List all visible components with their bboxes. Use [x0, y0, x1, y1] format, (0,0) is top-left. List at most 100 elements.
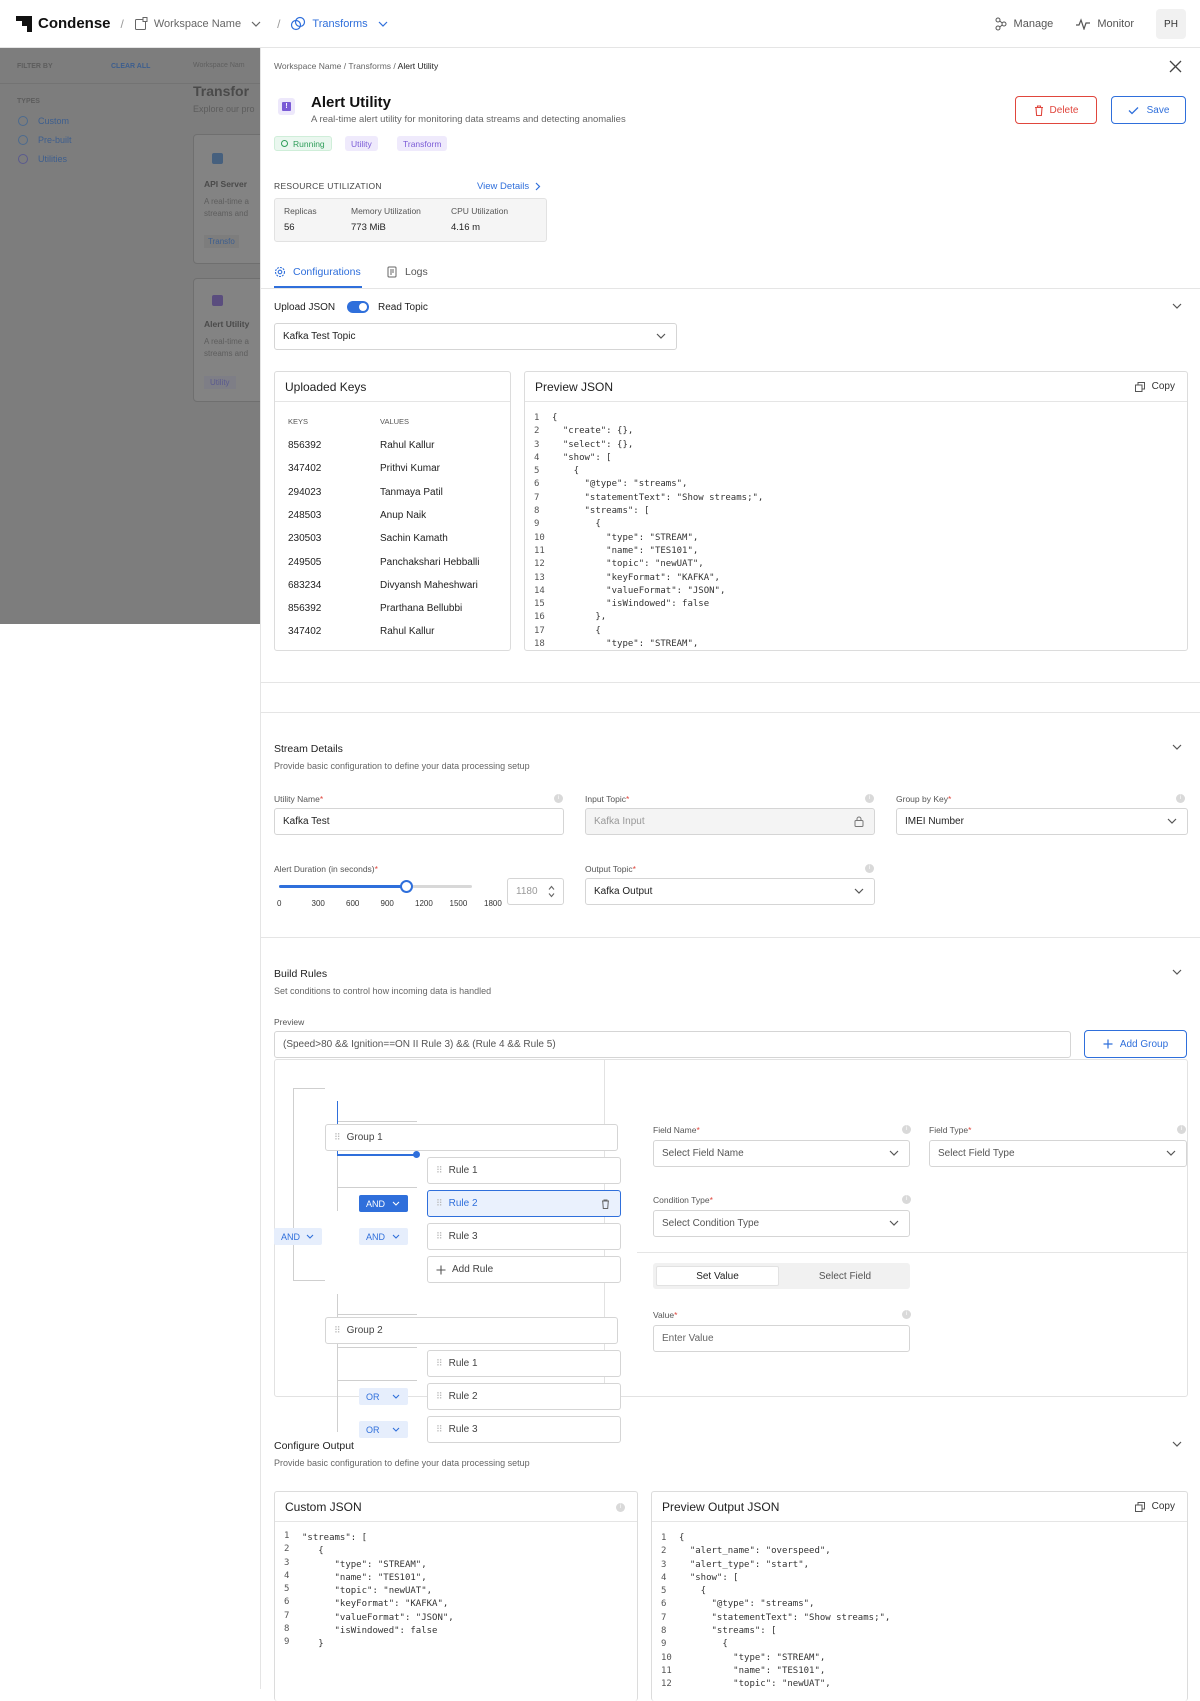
preview-output-code[interactable]: { "alert_name": "overspeed", "alert_type… — [679, 1532, 890, 1692]
rule-1[interactable]: ⠿ Rule 1 — [427, 1350, 621, 1377]
drag-handle-icon[interactable]: ⠿ — [436, 1391, 443, 1402]
group-2[interactable]: ⠿ Group 2 — [325, 1317, 618, 1344]
custom-json-editor[interactable]: "streams": [ { "type": "STREAM", "name":… — [302, 1532, 454, 1652]
select-field-tab[interactable]: Select Field — [783, 1266, 907, 1286]
section-selector[interactable]: Transforms — [290, 16, 393, 32]
operator-select[interactable]: AND — [359, 1195, 408, 1212]
chevron-down-icon[interactable] — [1172, 969, 1182, 975]
field-name-select[interactable]: Select Field Name — [653, 1140, 910, 1167]
chevron-down-icon[interactable] — [1172, 744, 1182, 750]
chevron-down-icon[interactable] — [1172, 1441, 1182, 1447]
rule-3[interactable]: ⠿ Rule 3 — [427, 1416, 621, 1443]
drag-handle-icon[interactable]: ⠿ — [436, 1358, 443, 1369]
clear-all-link[interactable]: CLEAR ALL — [111, 63, 150, 70]
alert-duration-slider[interactable] — [279, 879, 472, 895]
operator-select[interactable]: OR — [359, 1388, 408, 1405]
section-name: Transforms — [312, 17, 368, 30]
drag-handle-icon[interactable]: ⠿ — [334, 1132, 341, 1143]
rule-2-selected[interactable]: ⠿ Rule 2 — [427, 1190, 621, 1217]
condition-type-select[interactable]: Select Condition Type — [653, 1210, 910, 1237]
type-prebuilt[interactable]: Pre-built — [38, 135, 72, 145]
chevron-down-icon — [1167, 818, 1177, 824]
root-operator-select[interactable]: AND — [274, 1228, 322, 1245]
divider — [261, 682, 1200, 683]
stepper-arrows-icon[interactable] — [548, 885, 555, 898]
field-type-select[interactable]: Select Field Type — [929, 1140, 1187, 1167]
upload-toggle[interactable] — [347, 301, 369, 313]
chevron-down-icon[interactable] — [1172, 303, 1182, 309]
info-icon[interactable]: i — [554, 794, 563, 803]
key-cell: 347402 — [288, 463, 322, 475]
utility-name-input[interactable]: Kafka Test — [274, 808, 564, 835]
json-code[interactable]: { "create": {}, "select": {}, "show": [ … — [552, 412, 763, 650]
set-value-tab[interactable]: Set Value — [656, 1266, 779, 1286]
workspace-selector[interactable]: Workspace Name — [134, 16, 267, 31]
avatar[interactable]: PH — [1156, 9, 1186, 39]
monitor-link[interactable]: Monitor — [1075, 18, 1134, 30]
info-icon[interactable]: i — [1176, 794, 1185, 803]
slider-fill — [279, 885, 406, 888]
info-icon[interactable]: i — [902, 1125, 911, 1134]
copy-button[interactable]: Copy — [1134, 1501, 1175, 1512]
custom-json-title: Custom JSON — [285, 1499, 362, 1514]
manage-link[interactable]: Manage — [994, 17, 1053, 31]
chevron-down-icon — [306, 1234, 314, 1239]
info-icon[interactable]: i — [865, 794, 874, 803]
breadcrumb-item[interactable]: Transforms — [348, 61, 391, 71]
add-rule-button[interactable]: Add Rule — [427, 1256, 621, 1283]
group-1[interactable]: ⠿ Group 1 — [325, 1124, 618, 1151]
view-details-link[interactable]: View Details — [477, 181, 541, 192]
info-icon[interactable]: i — [616, 1503, 625, 1512]
breadcrumb-item[interactable]: Workspace Name — [274, 61, 341, 71]
chevron-down-icon — [889, 1150, 899, 1156]
save-button[interactable]: Save — [1111, 96, 1186, 124]
info-icon[interactable]: i — [1177, 1125, 1186, 1134]
configure-output-title: Configure Output — [274, 1440, 354, 1452]
duration-stepper[interactable]: 1180 — [507, 878, 564, 905]
close-icon[interactable] — [1169, 60, 1182, 73]
add-group-button[interactable]: Add Group — [1084, 1030, 1187, 1058]
chevron-down-icon — [392, 1394, 400, 1399]
breadcrumb: Workspace Name / Transforms / Alert Util… — [274, 61, 438, 71]
tab-label: Logs — [405, 266, 428, 278]
rule-3[interactable]: ⠿ Rule 3 — [427, 1223, 621, 1250]
info-icon[interactable]: i — [865, 864, 874, 873]
rule-2[interactable]: ⠿ Rule 2 — [427, 1383, 621, 1410]
info-icon[interactable]: i — [902, 1195, 911, 1204]
tree-connector-active — [337, 1154, 417, 1156]
slider-thumb[interactable] — [399, 880, 413, 893]
topic-select-value: Kafka Test Topic — [283, 331, 356, 342]
slider-tick-label: 0 — [277, 899, 282, 908]
group-key-select[interactable]: IMEI Number — [896, 808, 1188, 835]
output-topic-select[interactable]: Kafka Output — [585, 878, 875, 905]
rule-1[interactable]: ⠿ Rule 1 — [427, 1157, 621, 1184]
drag-handle-icon[interactable]: ⠿ — [436, 1165, 443, 1176]
brand-logo[interactable]: Condense — [16, 15, 111, 32]
background-overlay[interactable]: FILTER BY CLEAR ALL TYPES Custom Pre-bui… — [0, 48, 273, 624]
divider — [261, 712, 1200, 713]
copy-button[interactable]: Copy — [1134, 381, 1175, 392]
drag-handle-icon[interactable]: ⠿ — [436, 1198, 443, 1209]
detail-panel: Workspace Name / Transforms / Alert Util… — [260, 48, 1200, 1701]
tab-logs[interactable]: Logs — [387, 266, 428, 278]
trash-icon[interactable] — [601, 1199, 610, 1209]
tab-configurations[interactable]: Configurations — [274, 266, 361, 278]
alert-duration-label: Alert Duration (in seconds)* — [274, 864, 378, 874]
info-icon[interactable]: i — [902, 1310, 911, 1319]
drag-handle-icon[interactable]: ⠿ — [436, 1231, 443, 1242]
chevron-down-icon — [392, 1234, 400, 1239]
drag-handle-icon[interactable]: ⠿ — [436, 1424, 443, 1435]
delete-button[interactable]: Delete — [1015, 96, 1097, 124]
custom-json-header: Custom JSON i — [275, 1492, 637, 1522]
drag-handle-icon[interactable]: ⠿ — [334, 1325, 341, 1336]
transforms-icon — [291, 16, 306, 30]
topic-select[interactable]: Kafka Test Topic — [274, 323, 677, 350]
metric-value: 4.16 m — [451, 222, 481, 233]
type-custom[interactable]: Custom — [38, 116, 69, 126]
value-cell: Tanmaya Patil — [380, 486, 443, 498]
operator-select[interactable]: OR — [359, 1421, 408, 1438]
operator-select[interactable]: AND — [359, 1228, 408, 1245]
value-input[interactable]: Enter Value — [653, 1325, 910, 1352]
preview-json-header: Preview JSON Copy — [525, 372, 1187, 402]
type-utilities[interactable]: Utilities — [38, 154, 67, 164]
